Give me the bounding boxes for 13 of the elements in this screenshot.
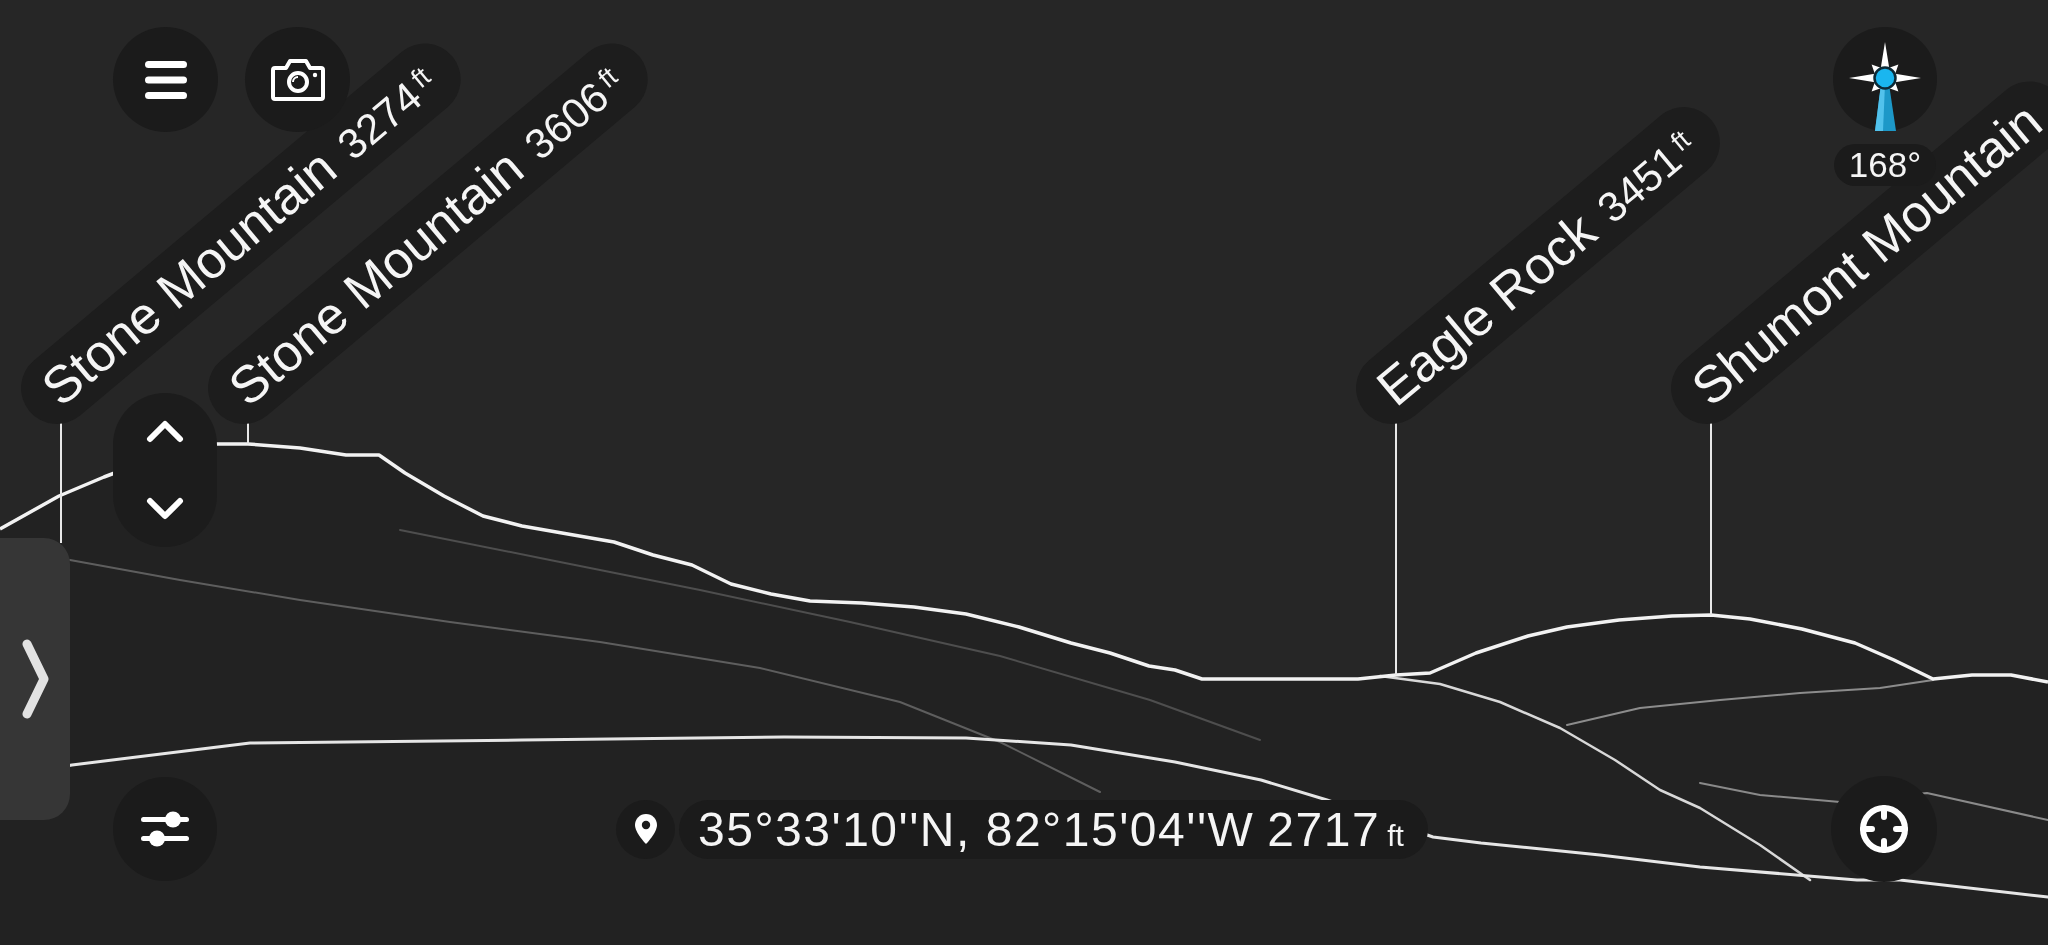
crosshair-icon bbox=[1859, 804, 1909, 854]
chevron-right-icon bbox=[21, 639, 49, 719]
camera-icon bbox=[270, 58, 325, 101]
sliders-icon bbox=[141, 811, 189, 847]
altitude-text: 2717 bbox=[1267, 801, 1381, 858]
menu-icon bbox=[144, 60, 187, 99]
coordinates-text: 35°33'10''N, 82°15'04''W bbox=[698, 801, 1255, 858]
drawer-handle[interactable] bbox=[0, 538, 70, 820]
map-pin-icon bbox=[634, 814, 657, 844]
chevron-up-icon bbox=[146, 420, 184, 443]
elevation-unit: ft bbox=[1666, 126, 1696, 157]
altitude-unit: ft bbox=[1387, 817, 1404, 854]
chevron-down-icon bbox=[146, 497, 184, 520]
